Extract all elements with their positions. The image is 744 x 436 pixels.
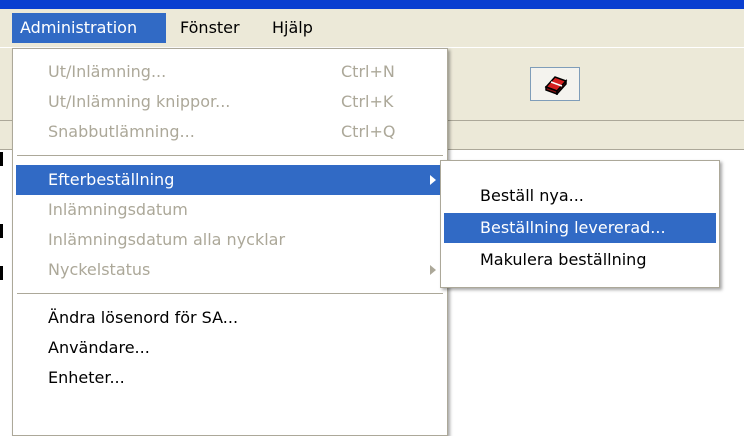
menu-separator: [17, 155, 443, 156]
menu-item-andra-losenord[interactable]: Ändra lösenord för SA...: [16, 303, 444, 333]
menu-item-label: Ut/Inlämning knippor...: [48, 92, 231, 111]
administration-menu: Ut/Inlämning... Ctrl+N Ut/Inlämning knip…: [12, 48, 448, 436]
menu-item-label: Inlämningsdatum alla nycklar: [48, 230, 286, 249]
menu-item-inlamningsdatum-alla[interactable]: Inlämningsdatum alla nycklar: [16, 225, 444, 255]
title-bar-strip: [0, 0, 744, 9]
menu-item-ut-inlamning-knippor[interactable]: Ut/Inlämning knippor... Ctrl+K: [16, 87, 444, 117]
menu-item-label: Beställ nya...: [480, 186, 584, 205]
menu-item-anvandare[interactable]: Användare...: [16, 333, 444, 363]
submenu-arrow-icon: [430, 265, 436, 275]
menu-item-ut-inlamning[interactable]: Ut/Inlämning... Ctrl+N: [16, 57, 444, 87]
menu-item-label: Inlämningsdatum: [48, 200, 188, 219]
menu-separator: [17, 293, 443, 294]
submenu-arrow-icon: [430, 175, 436, 185]
menu-item-label: Makulera beställning: [480, 250, 647, 269]
efterbestallning-submenu: Beställ nya... Beställning levererad... …: [440, 160, 720, 288]
window-edge-mark: [0, 224, 3, 238]
menu-item-shortcut: Ctrl+N: [341, 62, 395, 81]
menu-item-label: Nyckelstatus: [48, 260, 151, 279]
window-edge-mark: [0, 266, 3, 280]
menu-item-label: Enheter...: [48, 368, 125, 387]
menu-item-makulera-bestallning[interactable]: Makulera beställning: [444, 245, 716, 275]
window-edge-mark: [0, 152, 3, 166]
menu-item-bestall-nya[interactable]: Beställ nya...: [444, 181, 716, 211]
menu-item-snabbutlamning[interactable]: Snabbutlämning... Ctrl+Q: [16, 117, 444, 147]
menu-item-bestallning-levererad[interactable]: Beställning levererad...: [444, 213, 716, 243]
eraser-button[interactable]: [530, 67, 580, 101]
menu-item-label: Snabbutlämning...: [48, 122, 195, 141]
menu-item-shortcut: Ctrl+Q: [341, 122, 396, 141]
menu-hjalp[interactable]: Hjälp: [264, 13, 321, 43]
menu-item-enheter[interactable]: Enheter...: [16, 363, 444, 393]
menu-bar: Administration Fönster Hjälp: [0, 9, 744, 48]
menu-item-label: Ut/Inlämning...: [48, 62, 167, 81]
menu-item-label: Användare...: [48, 338, 150, 357]
menu-item-nyckelstatus[interactable]: Nyckelstatus: [16, 255, 444, 285]
menu-administration[interactable]: Administration: [12, 13, 166, 43]
eraser-icon: [544, 76, 568, 95]
menu-item-shortcut: Ctrl+K: [341, 92, 394, 111]
menu-item-label: Beställning levererad...: [480, 218, 666, 237]
menu-item-inlamningsdatum[interactable]: Inlämningsdatum: [16, 195, 444, 225]
menu-item-efterbestallning[interactable]: Efterbeställning: [16, 165, 444, 195]
menu-fonster[interactable]: Fönster: [172, 13, 248, 43]
menu-item-label: Efterbeställning: [48, 170, 175, 189]
menu-item-label: Ändra lösenord för SA...: [48, 308, 239, 327]
